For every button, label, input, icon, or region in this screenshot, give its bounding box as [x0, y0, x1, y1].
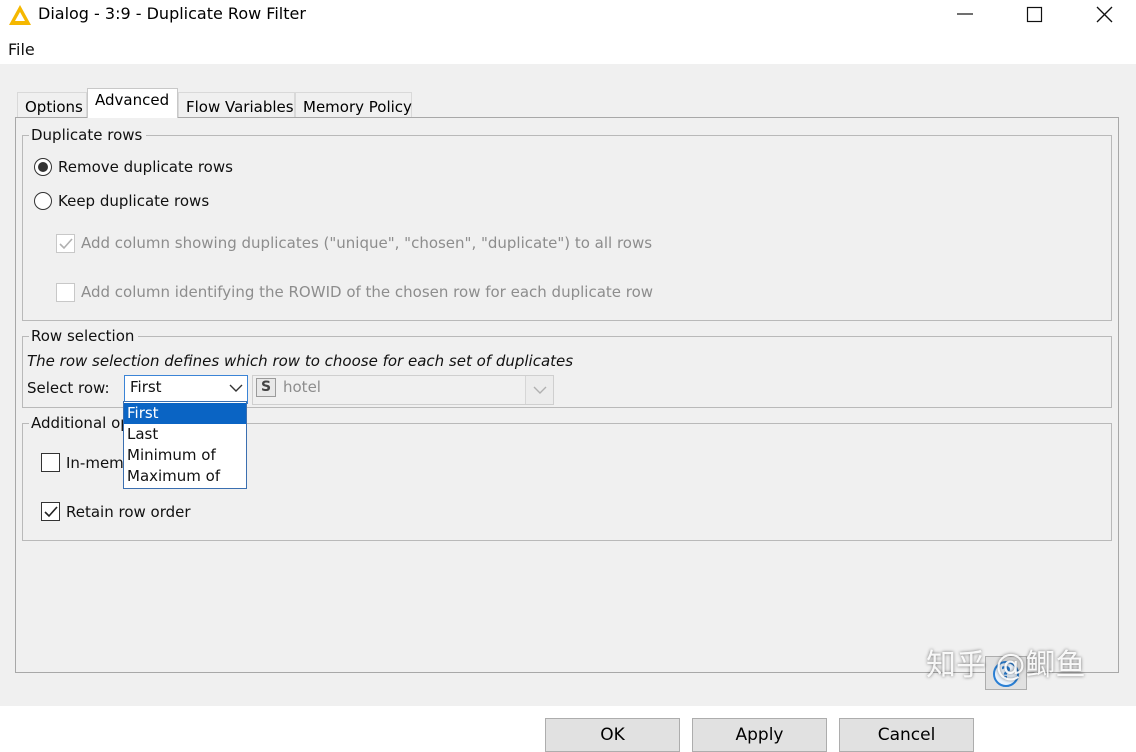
- dropdown-option-minimum[interactable]: Minimum of: [124, 445, 246, 466]
- close-button[interactable]: [1082, 0, 1128, 30]
- remove-duplicates-label: Remove duplicate rows: [58, 158, 233, 176]
- maximize-icon: [1026, 6, 1043, 23]
- row-selection-title: Row selection: [29, 326, 139, 346]
- cancel-button[interactable]: Cancel: [839, 718, 974, 752]
- advanced-tab-panel: Duplicate rows Remove duplicate rows Kee…: [15, 117, 1119, 673]
- title-bar: Dialog - 3:9 - Duplicate Row Filter: [0, 0, 1136, 30]
- add-rowid-column-label: Add column identifying the ROWID of the …: [81, 283, 654, 301]
- column-select-combo[interactable]: S hotel: [252, 375, 554, 405]
- checkmark-icon: [44, 506, 58, 518]
- checkmark-icon: [59, 238, 73, 250]
- select-row-dropdown-list: First Last Minimum of Maximum of: [123, 401, 247, 489]
- column-select-value: hotel: [283, 378, 321, 396]
- tab-memory-policy[interactable]: Memory Policy: [295, 92, 412, 120]
- ok-button[interactable]: OK: [545, 718, 680, 752]
- duplicate-rows-group: Duplicate rows Remove duplicate rows Kee…: [22, 125, 1112, 321]
- add-rowid-column-checkbox[interactable]: [56, 283, 75, 302]
- chevron-down-icon: [533, 386, 547, 394]
- maximize-button[interactable]: [1012, 0, 1058, 30]
- dialog-content: Options Advanced Flow Variables Memory P…: [0, 64, 1136, 752]
- minimize-icon: [957, 13, 973, 15]
- additional-options-title: Additional op: [29, 413, 134, 433]
- watermark: 知乎 @鲫鱼: [926, 648, 1086, 683]
- in-memory-checkbox[interactable]: [41, 453, 60, 472]
- add-duplicate-column-label: Add column showing duplicates ("unique",…: [81, 234, 653, 252]
- add-duplicate-column-checkbox[interactable]: [56, 234, 75, 253]
- keep-duplicates-label: Keep duplicate rows: [58, 192, 210, 210]
- keep-duplicates-radio[interactable]: [34, 192, 52, 210]
- select-row-value: First: [130, 378, 162, 396]
- warning-triangle-icon: [9, 5, 31, 25]
- select-row-label: Select row:: [27, 379, 110, 397]
- retain-row-order-checkbox[interactable]: [41, 502, 60, 521]
- tab-options[interactable]: Options: [17, 92, 87, 120]
- apply-button[interactable]: Apply: [692, 718, 827, 752]
- row-selection-description: The row selection defines which row to c…: [27, 352, 574, 370]
- window-title: Dialog - 3:9 - Duplicate Row Filter: [38, 4, 306, 23]
- select-row-combo[interactable]: First: [124, 375, 248, 404]
- column-select-arrow-button[interactable]: [525, 376, 553, 404]
- row-selection-group: Row selection The row selection defines …: [22, 326, 1112, 408]
- menu-file[interactable]: File: [8, 40, 35, 59]
- dropdown-option-first[interactable]: First: [124, 403, 246, 424]
- chevron-down-icon: [229, 384, 243, 392]
- tab-advanced[interactable]: Advanced: [87, 88, 178, 118]
- duplicate-rows-title: Duplicate rows: [29, 125, 147, 145]
- menu-bar: File: [0, 36, 1136, 64]
- tab-flow-variables[interactable]: Flow Variables: [178, 92, 295, 120]
- minimize-button[interactable]: [942, 0, 988, 30]
- string-type-badge: S: [256, 378, 276, 397]
- retain-row-order-label: Retain row order: [66, 503, 191, 521]
- dropdown-option-last[interactable]: Last: [124, 424, 246, 445]
- dropdown-option-maximum[interactable]: Maximum of: [124, 466, 246, 487]
- close-icon: [1096, 6, 1113, 23]
- remove-duplicates-radio[interactable]: [34, 158, 52, 176]
